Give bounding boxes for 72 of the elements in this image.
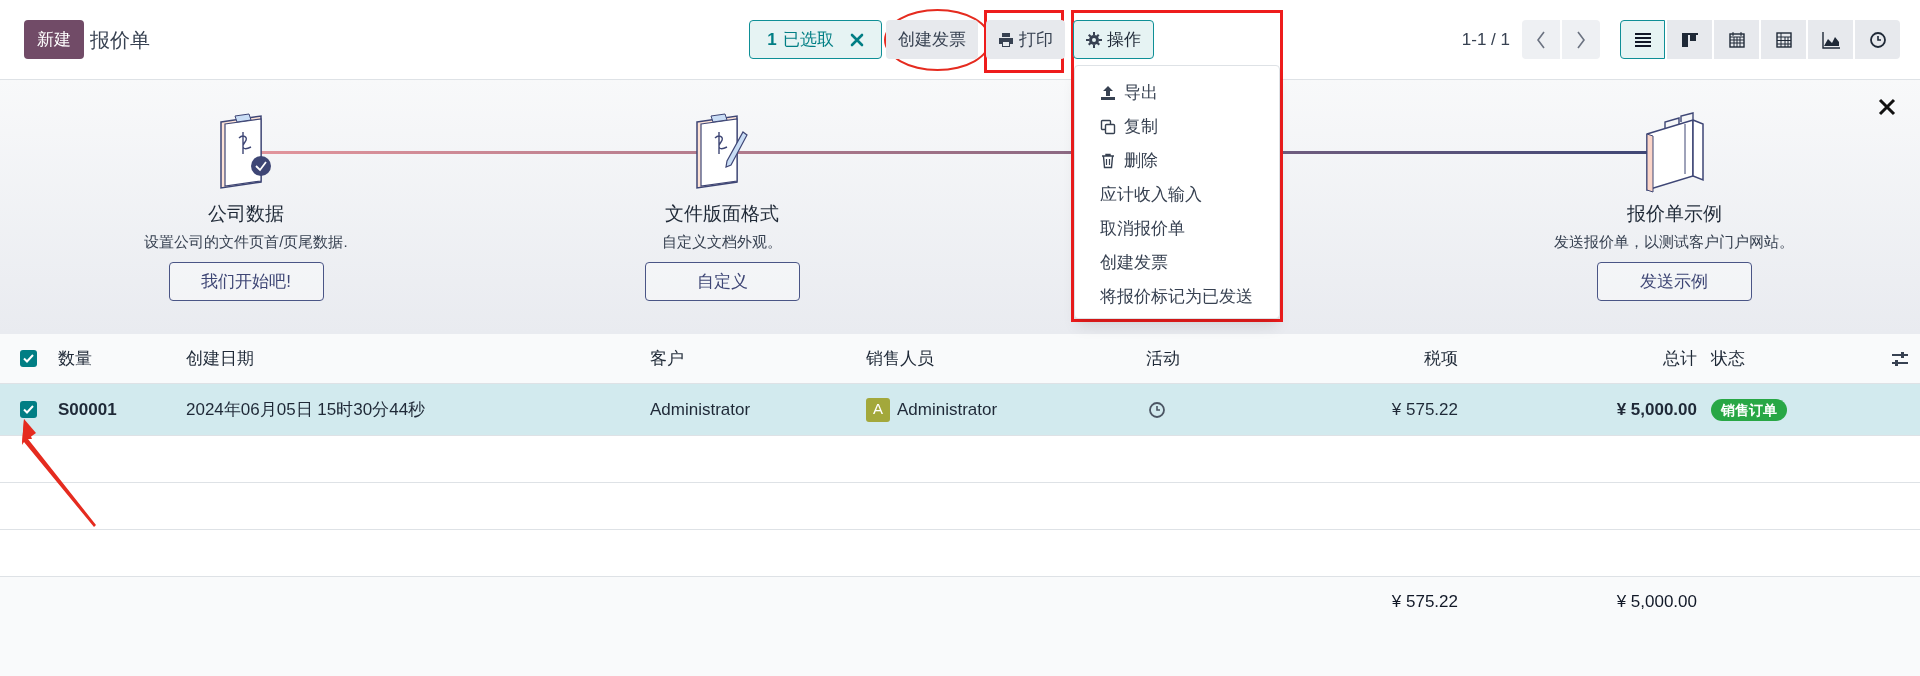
pager-value: 1-1 / 1 xyxy=(1461,28,1510,51)
kanban-icon xyxy=(1680,30,1699,49)
check-icon xyxy=(23,354,34,363)
step-button[interactable]: 自定义 xyxy=(644,262,800,301)
selected-label: 已选取 xyxy=(782,28,834,51)
column-header[interactable]: 活动 xyxy=(1146,348,1180,368)
chevron-left-icon xyxy=(1536,30,1546,49)
column-header[interactable]: 总计 xyxy=(1663,348,1697,368)
menu-item[interactable]: 删除 xyxy=(1075,144,1279,178)
column-header[interactable]: 客户 xyxy=(650,348,684,368)
copy-icon xyxy=(1100,119,1116,135)
avatar: A xyxy=(866,397,890,422)
table-cell: 2024年06月05日 15时30分44秒 xyxy=(186,399,426,419)
total-amount: ¥ 5,000.00 xyxy=(1616,592,1697,612)
view-switch-button[interactable] xyxy=(1667,20,1712,59)
column-header[interactable]: 销售人员 xyxy=(866,348,934,368)
trash-icon xyxy=(1100,153,1116,169)
actions-button[interactable]: 操作 xyxy=(1073,20,1154,59)
step-button[interactable]: 我们开始吧! xyxy=(168,262,324,301)
column-header[interactable]: 创建日期 xyxy=(186,348,254,368)
step-title: 报价单示例 xyxy=(1626,202,1722,226)
upload-icon xyxy=(1100,85,1116,101)
order-number: S00001 xyxy=(58,399,117,419)
clear-selection-button[interactable] xyxy=(849,32,864,47)
table-row[interactable]: S00001 2024年06月05日 15时30分44秒 Administrator A Administrator ¥ 575.22 ¥ 5,000.00 销售订单 xyxy=(0,384,1920,436)
total-tax: ¥ 575.22 xyxy=(1391,592,1458,612)
table-grid-icon xyxy=(1774,30,1793,49)
clock-icon[interactable] xyxy=(1148,400,1166,419)
table-cell: Administrator xyxy=(650,399,751,419)
view-switch-button[interactable] xyxy=(1761,20,1806,59)
gear-icon xyxy=(1086,31,1102,48)
new-button[interactable]: 新建 xyxy=(24,20,84,59)
checkbox[interactable] xyxy=(20,401,37,418)
menu-item[interactable]: 将报价标记为已发送 xyxy=(1075,280,1279,314)
breadcrumb-title: 报价单 xyxy=(90,27,150,53)
menu-item[interactable]: 创建发票 xyxy=(1075,246,1279,280)
table-cell: ¥ 575.22 xyxy=(1391,399,1458,419)
table-cell: ¥ 5,000.00 xyxy=(1616,399,1697,419)
create-invoice-button[interactable]: 创建发票 xyxy=(886,20,978,59)
calendar-icon xyxy=(1727,30,1746,49)
list-icon xyxy=(1633,30,1652,49)
step-description: 发送报价单，以测试客户门户网站。 xyxy=(1554,232,1794,252)
view-switch-button[interactable] xyxy=(1714,20,1759,59)
close-icon xyxy=(849,32,864,47)
menu-item[interactable]: 应计收入输入 xyxy=(1075,178,1279,212)
column-header[interactable]: 数量 xyxy=(58,348,92,368)
checkbox[interactable] xyxy=(20,350,37,367)
clock-icon xyxy=(1868,30,1887,49)
step-title: 公司数据 xyxy=(208,202,284,226)
table-cell-text: Administrator xyxy=(897,398,998,421)
menu-item[interactable]: 复制 xyxy=(1075,110,1279,144)
step-description: 设置公司的文件页首/页尾数据. xyxy=(144,232,348,252)
step-description: 自定义文档外观。 xyxy=(662,232,782,252)
close-button[interactable] xyxy=(1878,98,1896,116)
chevron-right-icon xyxy=(1576,30,1586,49)
column-header[interactable]: 税项 xyxy=(1424,348,1458,368)
column-header[interactable]: 状态 xyxy=(1711,348,1745,368)
view-switch-button[interactable] xyxy=(1620,20,1665,59)
check-icon xyxy=(23,405,34,414)
sliders-icon[interactable] xyxy=(1891,350,1909,367)
selected-count: 1 xyxy=(767,28,777,51)
printer-icon xyxy=(998,31,1014,48)
print-button[interactable]: 打印 xyxy=(986,20,1065,59)
area-chart-icon xyxy=(1821,30,1840,49)
menu-item[interactable]: 取消报价单 xyxy=(1075,212,1279,246)
step-title: 文件版面格式 xyxy=(665,202,779,226)
view-switch-button[interactable] xyxy=(1855,20,1900,59)
step-button[interactable]: 发送示例 xyxy=(1596,262,1752,301)
view-switch-button[interactable] xyxy=(1808,20,1853,59)
status-badge: 销售订单 xyxy=(1711,398,1787,421)
menu-item[interactable]: 导出 xyxy=(1075,76,1279,110)
close-icon xyxy=(1878,98,1896,116)
